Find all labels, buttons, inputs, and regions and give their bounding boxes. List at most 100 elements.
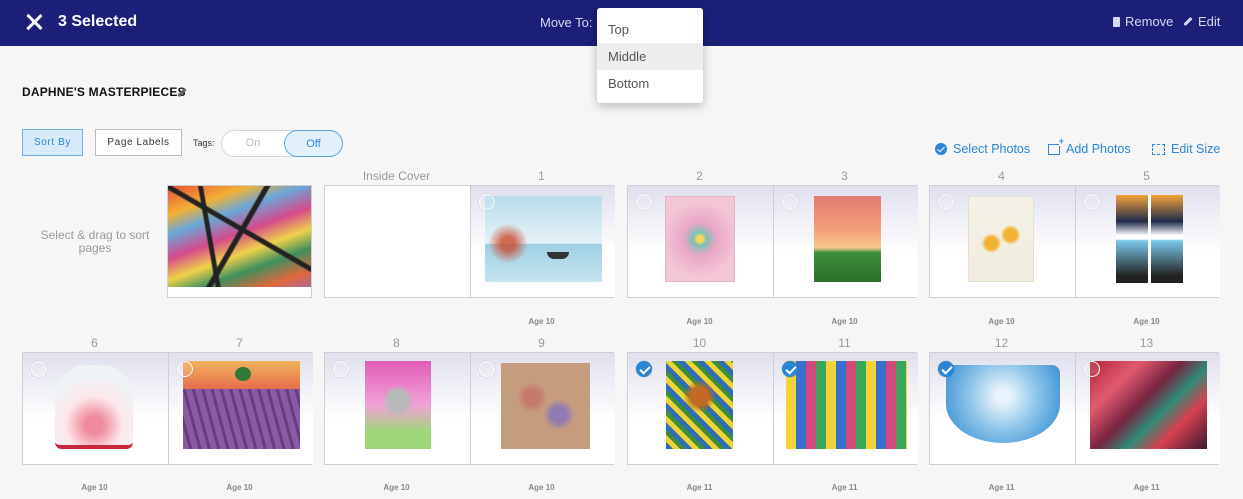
edit-title-icon[interactable] — [177, 87, 187, 97]
trash-icon — [1113, 16, 1120, 27]
tags-label: Tags: — [193, 138, 215, 148]
cover-thumbnail[interactable] — [167, 185, 312, 298]
spread-10-11[interactable] — [627, 352, 918, 465]
edit-label: Edit — [1198, 14, 1221, 29]
move-to-label: Move To: — [540, 15, 593, 30]
close-icon[interactable] — [24, 12, 44, 32]
dropdown-option-bottom[interactable]: Bottom — [597, 70, 703, 97]
page-number: 6 — [91, 336, 98, 350]
selected-count: 3 Selected — [58, 13, 138, 30]
page-age: Age 10 — [81, 483, 108, 492]
page-select-checkbox[interactable] — [782, 361, 798, 377]
page-age: Age 11 — [686, 483, 713, 492]
page-select-checkbox[interactable] — [479, 194, 495, 210]
page-artwork — [485, 196, 602, 282]
page-number: 8 — [393, 336, 400, 350]
cover-strip — [168, 287, 311, 297]
page-age: Age 10 — [686, 317, 713, 326]
page-card[interactable] — [168, 353, 313, 464]
page-number: 2 — [696, 169, 703, 183]
page-card[interactable] — [470, 353, 615, 464]
page-card[interactable] — [23, 353, 168, 464]
edit-size-link[interactable]: Edit Size — [1152, 142, 1220, 156]
page-artwork — [666, 361, 733, 449]
page-select-checkbox[interactable] — [938, 194, 954, 210]
page-artwork — [501, 363, 590, 449]
page-labels-button[interactable]: Page Labels — [95, 129, 182, 156]
remove-button[interactable]: Remove — [1113, 14, 1173, 29]
page-number: 1 — [538, 169, 545, 183]
select-photos-label: Select Photos — [953, 142, 1031, 156]
dropdown-option-top[interactable]: Top — [597, 16, 703, 43]
page-select-checkbox[interactable] — [636, 361, 652, 377]
tags-toggle-on[interactable]: On — [222, 131, 284, 156]
page-age: Age 11 — [831, 483, 858, 492]
page-number: 10 — [692, 336, 707, 350]
page-select-checkbox[interactable] — [1084, 361, 1100, 377]
book-title: DAPHNE'S MASTERPIECES — [22, 85, 186, 99]
page-select-checkbox[interactable] — [479, 361, 495, 377]
inside-cover-page — [325, 186, 470, 297]
page-card[interactable] — [773, 186, 918, 297]
check-circle-icon — [935, 143, 947, 155]
page-card[interactable] — [930, 353, 1075, 464]
page-artwork — [55, 365, 133, 449]
spread-12-13[interactable] — [929, 352, 1220, 465]
edit-button[interactable]: Edit — [1183, 14, 1220, 29]
spread-inside-cover-1[interactable] — [324, 185, 615, 298]
add-photos-label: Add Photos — [1066, 142, 1131, 156]
select-photos-link[interactable]: Select Photos — [935, 142, 1030, 156]
page-card[interactable] — [1075, 353, 1220, 464]
page-artwork — [183, 361, 300, 449]
dropdown-option-middle[interactable]: Middle — [597, 43, 703, 70]
page-artwork — [365, 361, 431, 449]
page-card[interactable] — [773, 353, 918, 464]
page-card[interactable] — [325, 353, 470, 464]
page-select-checkbox[interactable] — [636, 194, 652, 210]
page-card[interactable] — [470, 186, 615, 297]
page-artwork — [968, 196, 1034, 282]
page-card[interactable] — [930, 186, 1075, 297]
page-card[interactable] — [628, 186, 773, 297]
pencil-icon — [1183, 16, 1193, 27]
page-age: Age 10 — [383, 483, 410, 492]
page-artwork — [946, 365, 1060, 443]
page-card[interactable] — [1075, 186, 1220, 297]
spread-2-3[interactable] — [627, 185, 918, 298]
inside-cover-label: Inside Cover — [362, 169, 431, 183]
edit-size-label: Edit Size — [1171, 142, 1221, 156]
spread-6-7[interactable] — [22, 352, 313, 465]
spread-4-5[interactable] — [929, 185, 1220, 298]
page-select-checkbox[interactable] — [31, 361, 47, 377]
page-select-checkbox[interactable] — [177, 361, 193, 377]
resize-icon — [1152, 143, 1165, 155]
page-select-checkbox[interactable] — [782, 194, 798, 210]
page-number: 11 — [838, 336, 851, 350]
page-select-checkbox[interactable] — [333, 361, 349, 377]
spread-8-9[interactable] — [324, 352, 615, 465]
page-number: 9 — [538, 336, 545, 350]
page-number: 7 — [236, 336, 243, 350]
page-number: 13 — [1139, 336, 1154, 350]
page-age: Age 10 — [988, 317, 1015, 326]
sort-by-button[interactable]: Sort By — [22, 129, 83, 156]
page-age: Age 10 — [528, 317, 555, 326]
page-age: Age 10 — [831, 317, 858, 326]
page-artwork — [1090, 361, 1207, 449]
add-photos-link[interactable]: Add Photos — [1048, 136, 1131, 156]
sort-helper-text: Select & drag to sort pages — [40, 228, 150, 255]
tags-toggle[interactable]: On Off — [221, 130, 343, 157]
page-card[interactable] — [628, 353, 773, 464]
page-number: 5 — [1143, 169, 1150, 183]
page-select-checkbox[interactable] — [938, 361, 954, 377]
remove-label: Remove — [1125, 14, 1174, 29]
tags-toggle-off[interactable]: Off — [284, 130, 343, 157]
page-number: 4 — [998, 169, 1005, 183]
page-age: Age 10 — [528, 483, 555, 492]
move-to-dropdown[interactable]: Top Middle Bottom — [597, 8, 703, 103]
page-artwork — [786, 361, 907, 449]
page-number: 12 — [994, 336, 1009, 350]
page-artwork — [665, 196, 735, 282]
page-select-checkbox[interactable] — [1084, 194, 1100, 210]
page-artwork — [814, 196, 881, 282]
